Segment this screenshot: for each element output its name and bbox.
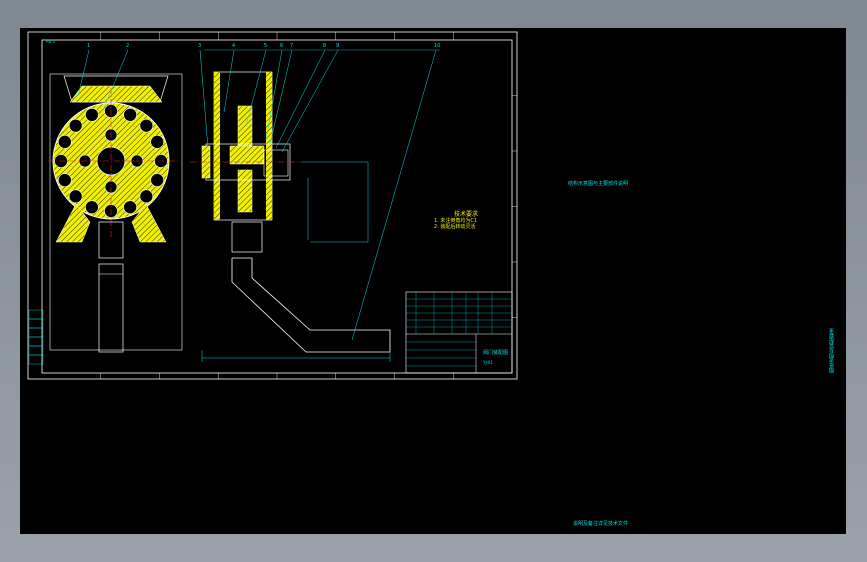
part-number-3: 3 xyxy=(198,43,202,49)
height-dimension xyxy=(302,161,369,243)
rotor-pocket xyxy=(68,189,83,204)
title-block-code: YJ-01 xyxy=(483,360,494,365)
rotor-pocket xyxy=(58,135,72,149)
title-block-name: 阀门装配图 xyxy=(483,350,509,356)
rotor-pocket xyxy=(85,108,99,122)
right-vertical-label: 图纸说明及装配要求 xyxy=(829,328,835,373)
discharge-chute xyxy=(231,257,391,353)
viewport-frame: A0-1 技术要求 1. 未注倒角均为C1 2. 装配后转动灵活 阀门装配图 Y… xyxy=(0,0,867,562)
housing-wall-right xyxy=(266,72,272,220)
rotor-pocket xyxy=(123,200,137,214)
part-number-8: 8 xyxy=(323,43,327,49)
rotor-pocket xyxy=(68,118,83,133)
right-bottom-label: 说明及备注详见技术文件 xyxy=(573,521,629,527)
rotor-section-lower xyxy=(237,169,253,213)
rotor-pocket xyxy=(150,135,164,149)
shaft-key-section xyxy=(229,145,265,165)
rotor-pocket xyxy=(139,189,154,204)
part-leader-line xyxy=(351,49,437,341)
part-number-5: 5 xyxy=(264,43,268,49)
part-leader-line xyxy=(245,49,267,127)
part-leader-line xyxy=(199,49,209,149)
cad-drawing-canvas[interactable]: A0-1 技术要求 1. 未注倒角均为C1 2. 装配后转动灵活 阀门装配图 Y… xyxy=(20,28,846,534)
tech-notes-line-2: 2. 装配后转动灵活 xyxy=(434,224,476,230)
index-table-cell xyxy=(28,354,44,365)
title-block-frame xyxy=(405,291,513,374)
rotor-pocket xyxy=(123,108,137,122)
rotor-pocket xyxy=(150,173,164,187)
part-number-6: 6 xyxy=(280,43,284,49)
index-table-cell xyxy=(28,327,44,338)
outlet-neck xyxy=(98,221,124,259)
corner-code: A0-1 xyxy=(46,39,56,44)
part-number-4: 4 xyxy=(232,43,236,49)
index-table-cell xyxy=(28,345,44,356)
part-leader-line xyxy=(275,49,326,149)
housing-wall-left xyxy=(214,72,220,220)
rotor-pocket xyxy=(139,118,154,133)
part-number-1: 1 xyxy=(87,43,91,49)
rotor-pocket xyxy=(85,200,99,214)
part-number-2: 2 xyxy=(126,43,130,49)
index-table-cell xyxy=(28,336,44,347)
part-leader-line xyxy=(223,49,235,113)
part-number-10: 10 xyxy=(434,43,441,49)
rotor-pocket xyxy=(58,173,72,187)
part-number-9: 9 xyxy=(336,43,340,49)
right-upper-label: 结构示意图与主要部件说明 xyxy=(568,181,629,187)
cad-drawing-svg xyxy=(27,31,518,380)
index-table-cell xyxy=(28,318,44,329)
part-number-7: 7 xyxy=(290,43,294,49)
hopper-hatch xyxy=(69,85,163,103)
index-table-cell xyxy=(28,309,44,320)
discharge-collar xyxy=(231,221,263,253)
part-leader-line xyxy=(281,49,339,153)
part-leader-line xyxy=(269,49,293,145)
discharge-tube xyxy=(98,263,124,353)
